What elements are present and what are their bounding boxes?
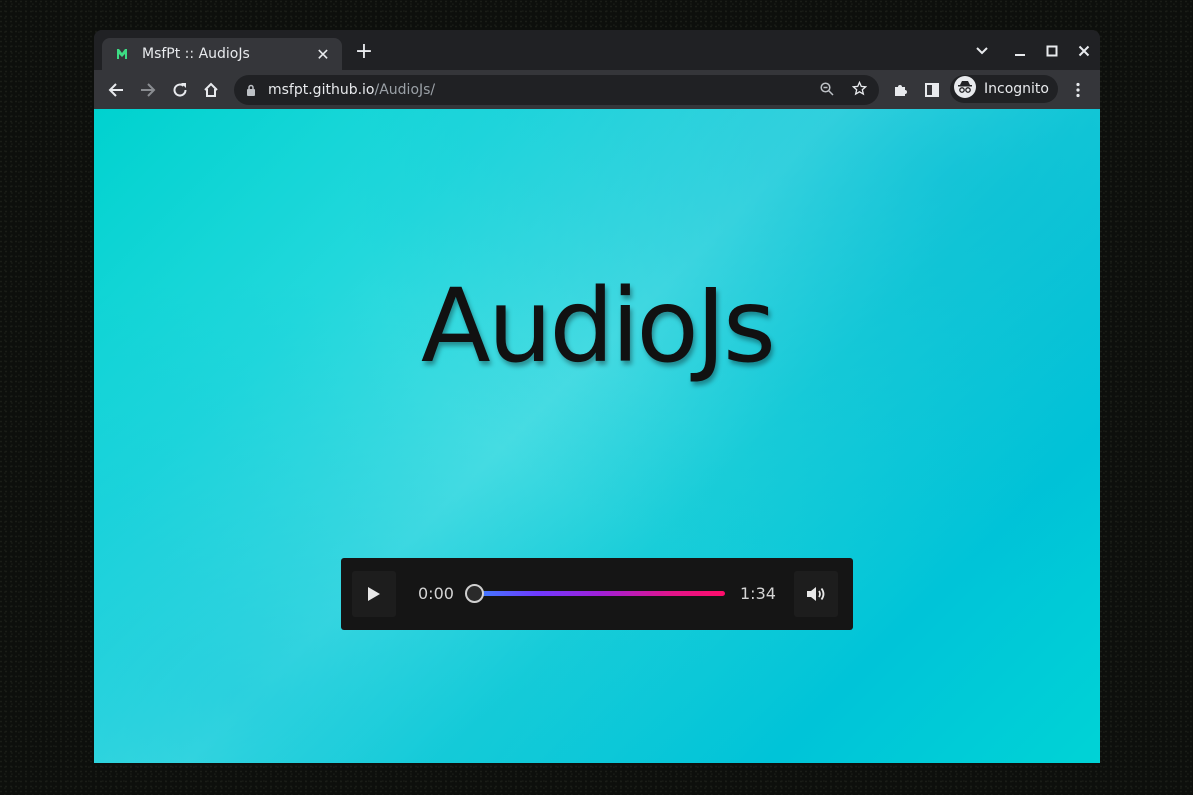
current-time: 0:00 [418,584,454,603]
maximize-icon[interactable] [1041,40,1063,62]
browser-tab[interactable]: MsfPt :: AudioJs ✕ [102,38,342,70]
incognito-profile-button[interactable]: Incognito [950,75,1058,103]
browser-window: MsfPt :: AudioJs ✕ + msfpt.github.io/Aud… [94,30,1100,763]
play-icon [368,587,380,601]
seek-bar[interactable] [475,591,725,596]
audio-player: 0:00 1:34 [341,558,853,630]
zoom-icon[interactable] [820,81,834,100]
side-panel-icon[interactable] [919,77,945,103]
url-text[interactable]: msfpt.github.io/AudioJs/ [268,82,820,98]
page-title: AudioJs [420,267,776,386]
close-window-icon[interactable] [1073,40,1095,62]
seek-thumb[interactable] [465,584,484,603]
menu-kebab-icon[interactable] [1065,77,1091,103]
play-button[interactable] [352,571,396,617]
browser-toolbar: msfpt.github.io/AudioJs/ Incognito [94,70,1100,109]
volume-button[interactable] [794,571,838,617]
profile-label: Incognito [984,81,1049,97]
tab-title: MsfPt :: AudioJs [142,46,250,62]
minimize-icon[interactable] [1009,40,1031,62]
extensions-icon[interactable] [887,77,913,103]
tab-strip: MsfPt :: AudioJs ✕ + [94,30,1100,70]
address-bar[interactable]: msfpt.github.io/AudioJs/ [234,75,879,105]
duration: 1:34 [740,584,776,603]
reload-icon[interactable] [167,77,193,103]
incognito-icon [954,76,976,102]
bookmark-star-icon[interactable] [851,80,868,100]
back-icon[interactable] [103,77,129,103]
favicon-icon [114,46,130,62]
volume-icon [807,587,825,601]
home-icon[interactable] [198,77,224,103]
new-tab-button[interactable]: + [352,40,376,64]
tab-close-icon[interactable]: ✕ [314,45,332,64]
forward-icon[interactable] [135,77,161,103]
lock-icon[interactable] [246,81,256,100]
page-viewport: AudioJs 0:00 1:34 [94,109,1100,763]
tab-search-icon[interactable] [971,40,993,62]
